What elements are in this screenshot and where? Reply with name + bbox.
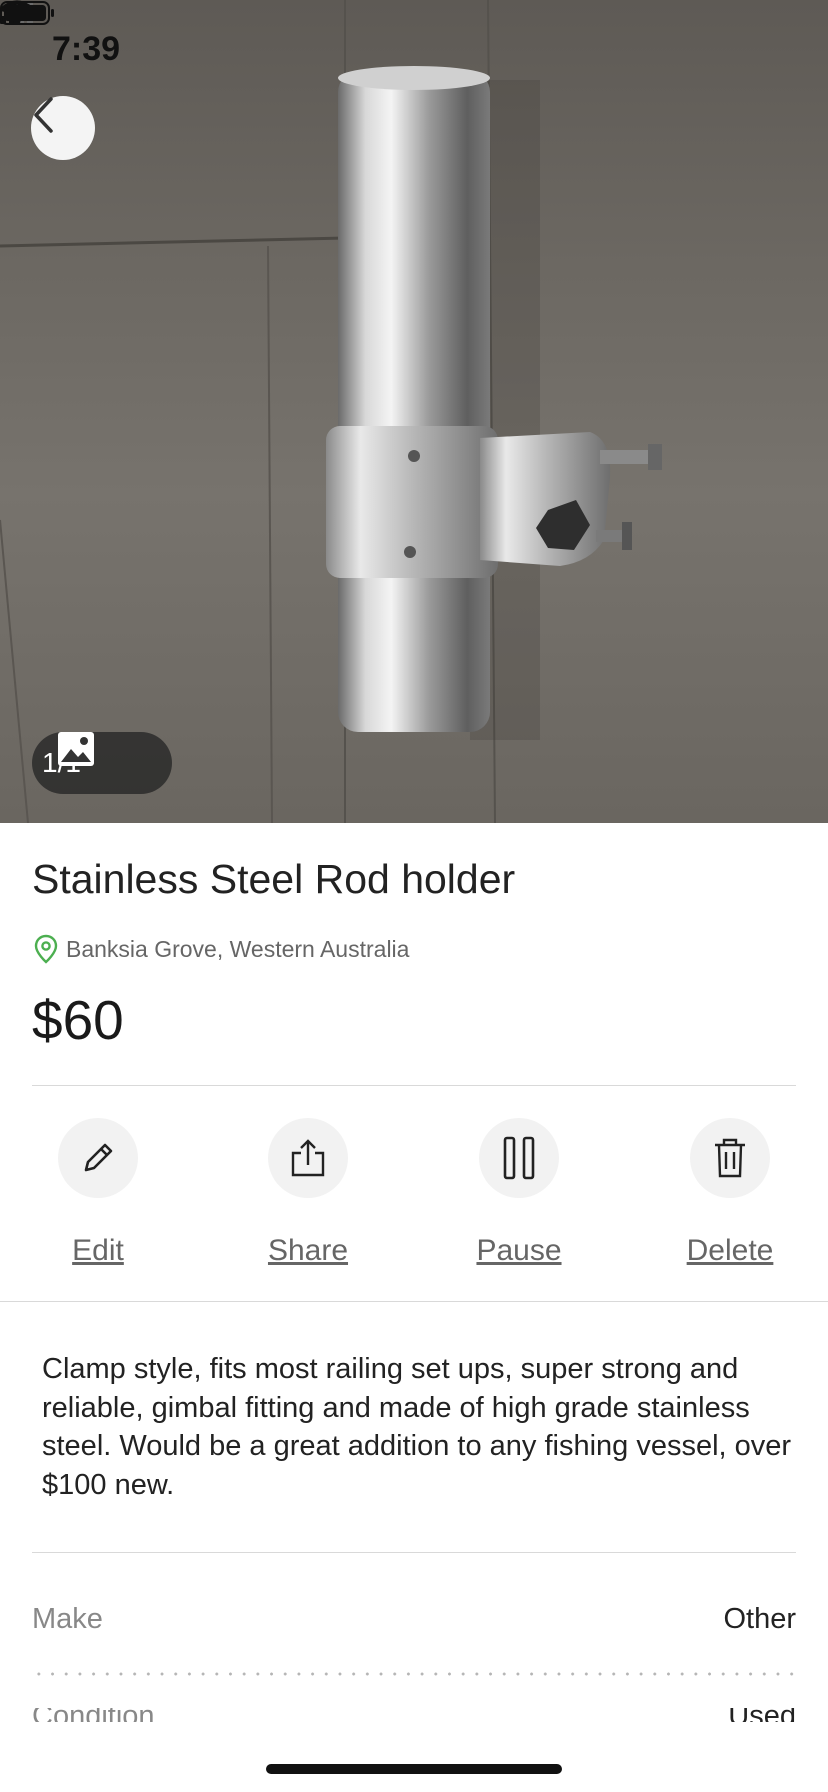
- bottom-fade: [0, 1722, 828, 1792]
- share-button[interactable]: Share: [233, 1118, 383, 1268]
- status-time: 7:39: [52, 30, 121, 68]
- divider: [32, 1085, 796, 1086]
- pause-label: Pause: [476, 1234, 562, 1267]
- home-indicator[interactable]: [266, 1764, 562, 1774]
- trash-icon: [715, 1138, 745, 1178]
- listing-price: $60: [32, 989, 124, 1051]
- image-icon: [58, 732, 94, 766]
- chevron-left-icon: [34, 97, 53, 133]
- edit-label: Edit: [72, 1234, 124, 1267]
- attribute-value: Other: [723, 1603, 796, 1635]
- listing-title: Stainless Steel Rod holder: [32, 856, 516, 902]
- status-bar: 7:39: [0, 0, 828, 98]
- delete-button[interactable]: Delete: [655, 1118, 805, 1268]
- divider: [0, 1301, 828, 1302]
- pause-icon: [503, 1136, 535, 1180]
- delete-icon-circle: [690, 1118, 770, 1198]
- delete-label: Delete: [686, 1234, 774, 1267]
- edit-button[interactable]: Edit: [23, 1118, 173, 1268]
- share-icon: [291, 1139, 325, 1177]
- listing-location: Banksia Grove, Western Australia: [34, 934, 409, 964]
- map-pin-icon: [34, 934, 58, 964]
- pencil-icon: [84, 1143, 113, 1172]
- edit-icon-circle: [58, 1118, 138, 1198]
- battery-icon: [0, 1, 54, 25]
- attribute-key: Make: [32, 1603, 103, 1635]
- listing-photo[interactable]: 7:39 1/1: [0, 0, 828, 823]
- divider: [32, 1552, 796, 1553]
- share-icon-circle: [268, 1118, 348, 1198]
- photo-counter[interactable]: 1/1: [32, 732, 172, 794]
- pause-button[interactable]: Pause: [444, 1118, 594, 1268]
- location-text: Banksia Grove, Western Australia: [66, 935, 410, 962]
- share-label: Share: [267, 1234, 349, 1267]
- rod-holder-photo: [0, 0, 662, 823]
- listing-description: Clamp style, fits most railing set ups, …: [42, 1353, 792, 1501]
- pause-icon-circle: [479, 1118, 559, 1198]
- back-button[interactable]: [31, 96, 95, 160]
- dotted-divider: [32, 1672, 796, 1676]
